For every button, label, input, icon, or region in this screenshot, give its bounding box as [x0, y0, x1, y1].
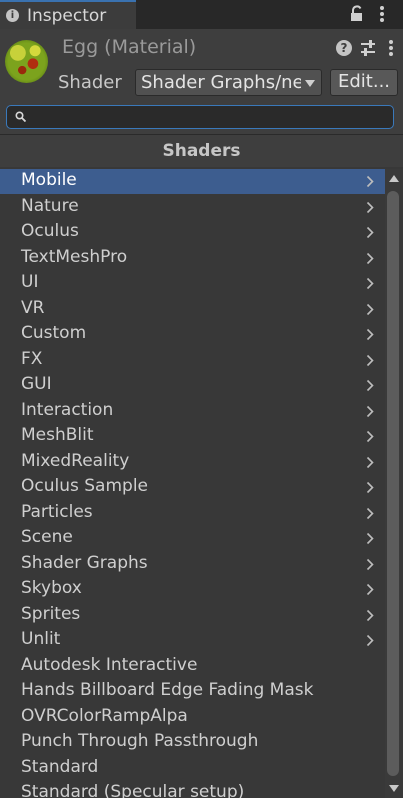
help-icon[interactable]: ? — [336, 40, 352, 56]
kebab-menu-icon[interactable] — [376, 5, 388, 23]
shader-list-item[interactable]: FX — [0, 348, 385, 373]
chevron-right-icon — [366, 405, 374, 417]
shader-list-item-label: Particles — [21, 501, 93, 522]
shader-list-item-label: VR — [21, 297, 45, 318]
lock-icon[interactable] — [348, 5, 366, 23]
chevron-right-icon — [366, 430, 374, 443]
chevron-right-icon — [366, 226, 374, 239]
dropdown-arrow-icon — [305, 80, 315, 87]
scroll-down-arrow-icon[interactable] — [389, 785, 399, 792]
sliders-icon[interactable] — [360, 39, 376, 57]
shader-list-item[interactable]: Shader Graphs — [0, 552, 385, 577]
shader-list-item-label: MeshBlit — [21, 425, 94, 445]
shader-list-item[interactable]: Unlit — [0, 628, 385, 653]
shader-list-item[interactable]: Oculus Sample — [0, 475, 385, 500]
shader-list-item-label: Standard — [21, 756, 99, 777]
shader-list-item[interactable]: Mobile — [0, 169, 385, 194]
scroll-up-arrow-icon[interactable] — [389, 175, 399, 182]
shader-list-item-label: GUI — [21, 374, 52, 394]
shader-list-item[interactable]: GUI — [0, 373, 385, 398]
shader-list-item[interactable]: Nature — [0, 195, 385, 220]
shader-list-item-label: Hands Billboard Edge Fading Mask — [21, 680, 314, 700]
tab-inspector[interactable]: i Inspector — [0, 0, 136, 29]
shader-list-item-label: Interaction — [21, 399, 114, 420]
shader-list-item[interactable]: UI — [0, 271, 385, 296]
chevron-right-icon — [366, 277, 374, 290]
shader-list-item-label: TextMeshPro — [21, 246, 128, 267]
shader-list-item[interactable]: Custom — [0, 322, 385, 347]
shader-list-item-label: OVRColorRampAlpa — [21, 705, 188, 726]
scrollbar[interactable] — [385, 169, 403, 798]
info-icon: i — [6, 9, 19, 22]
chevron-right-icon — [366, 379, 374, 392]
shader-list-item-label: Mobile — [21, 170, 77, 190]
shader-list-item[interactable]: Particles — [0, 501, 385, 526]
chevron-right-icon — [366, 481, 374, 494]
search-input[interactable] — [29, 107, 389, 127]
shader-list-item-label: Oculus — [21, 221, 79, 241]
shader-list-item[interactable]: OVRColorRampAlpa — [0, 705, 385, 730]
shader-list-item-label: Autodesk Interactive — [21, 654, 198, 675]
shader-list-item-label: UI — [21, 272, 39, 292]
shader-list-item[interactable]: Standard — [0, 756, 385, 781]
shader-list-item-label: Skybox — [21, 578, 82, 598]
shader-list-item-label: Shader Graphs — [21, 552, 148, 573]
chevron-right-icon — [366, 532, 374, 545]
chevron-right-icon — [366, 303, 374, 315]
chevron-right-icon — [366, 583, 374, 596]
chevron-right-icon — [366, 609, 374, 621]
chevron-right-icon — [366, 328, 374, 341]
shader-list-item-label: Nature — [21, 195, 79, 216]
material-header: Egg (Material) ? Shader Shader Graphs/ne… — [0, 29, 403, 102]
shader-list-item-label: Unlit — [21, 629, 61, 649]
shader-list: Mobile Nature Oculus TextMeshPro UI VR Custom F… — [0, 169, 385, 798]
chevron-right-icon — [366, 175, 374, 188]
shaders-section-title: Shaders — [0, 134, 403, 167]
shader-list-item[interactable]: VR — [0, 297, 385, 322]
chevron-right-icon — [366, 634, 374, 647]
kebab-menu-icon[interactable] — [386, 39, 396, 57]
shader-list-item[interactable]: Skybox — [0, 577, 385, 602]
chevron-right-icon — [366, 354, 374, 366]
shader-list-item[interactable]: Autodesk Interactive — [0, 654, 385, 679]
shader-label: Shader — [58, 72, 122, 93]
tab-bar: i Inspector — [0, 0, 403, 29]
material-name: Egg (Material) — [62, 36, 197, 58]
shader-list-item-label: Custom — [21, 323, 87, 343]
search-bar — [0, 101, 403, 134]
shader-list-item[interactable]: Standard (Specular setup) — [0, 781, 385, 798]
search-icon — [15, 111, 26, 122]
shader-list-item-label: FX — [21, 348, 43, 369]
shader-list-item[interactable]: Scene — [0, 526, 385, 551]
shader-list-item[interactable]: MixedReality — [0, 450, 385, 475]
chevron-right-icon — [366, 456, 374, 468]
shader-list-item[interactable]: TextMeshPro — [0, 246, 385, 271]
shader-list-item-label: Standard (Specular setup) — [21, 782, 245, 798]
chevron-right-icon — [366, 201, 374, 213]
shader-dropdown-value: Shader Graphs/new — [141, 72, 301, 93]
tab-title: Inspector — [27, 6, 107, 26]
shader-list-item[interactable]: Sprites — [0, 603, 385, 628]
edit-shader-button[interactable]: Edit... — [330, 69, 398, 96]
scrollbar-thumb[interactable] — [387, 191, 399, 776]
material-preview — [5, 40, 48, 83]
shader-list-item-label: MixedReality — [21, 450, 130, 471]
chevron-right-icon — [366, 252, 374, 264]
shader-list-item[interactable]: MeshBlit — [0, 424, 385, 449]
shader-dropdown[interactable]: Shader Graphs/new — [135, 69, 322, 96]
search-field[interactable] — [6, 105, 394, 129]
shader-list-item[interactable]: Hands Billboard Edge Fading Mask — [0, 679, 385, 704]
shader-list-item-label: Sprites — [21, 603, 81, 624]
chevron-right-icon — [366, 507, 374, 519]
shader-list-item[interactable]: Oculus — [0, 220, 385, 245]
shader-list-item-label: Oculus Sample — [21, 476, 149, 496]
shader-list-item[interactable]: Punch Through Passthrough — [0, 730, 385, 755]
chevron-right-icon — [366, 558, 374, 570]
shader-list-item[interactable]: Interaction — [0, 399, 385, 424]
shader-list-item-label: Punch Through Passthrough — [21, 731, 259, 751]
shader-list-item-label: Scene — [21, 527, 73, 547]
